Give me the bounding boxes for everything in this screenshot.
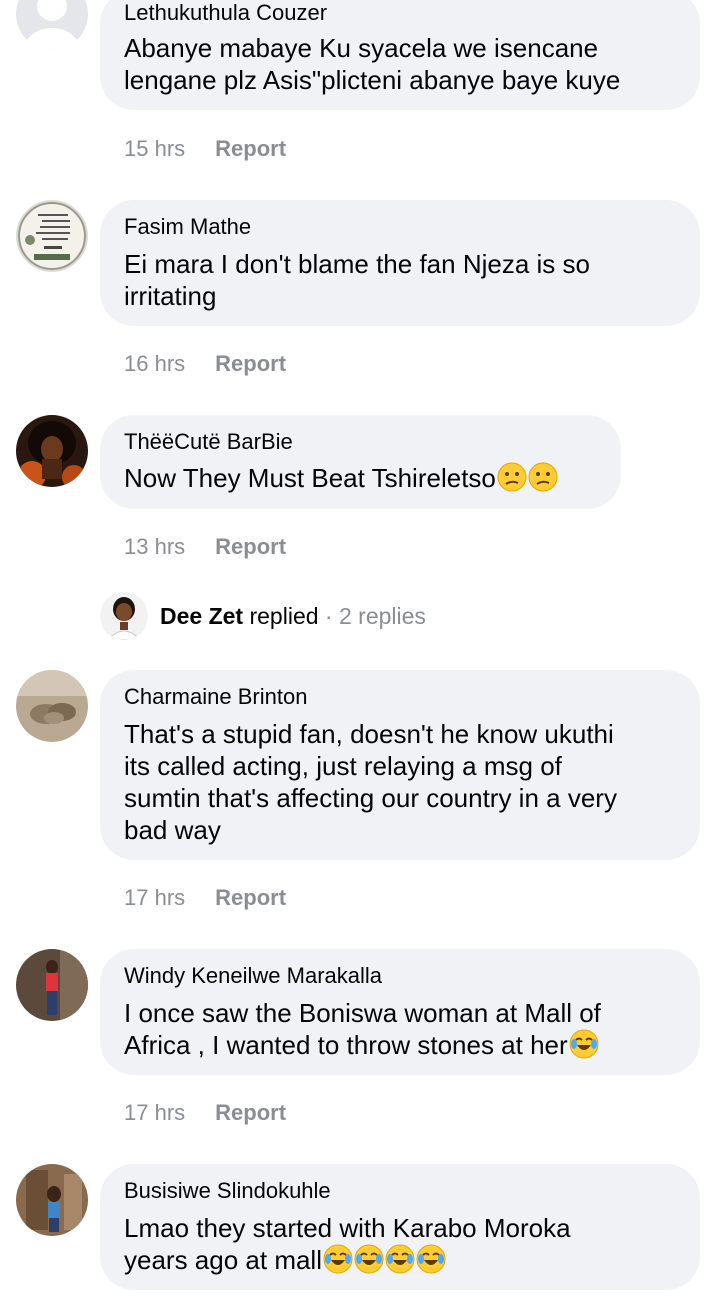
comment-text: Abanye mabaye Ku syacela we isencane len… — [124, 33, 621, 95]
comment-bubble[interactable]: Busisiwe Slindokuhle Lmao they started w… — [100, 1164, 700, 1290]
timestamp: 16 hrs — [124, 351, 186, 376]
reply-count[interactable]: 2 replies — [339, 603, 426, 629]
comment-author[interactable]: ThëëCutë BarBie — [124, 429, 293, 455]
tears-of-joy-emoji — [354, 1244, 384, 1274]
confused-face-emoji — [497, 462, 527, 492]
avatar[interactable] — [16, 200, 88, 272]
report-button[interactable]: Report — [215, 885, 286, 910]
comment-bubble[interactable]: Lethukuthula Couzer Abanye mabaye Ku sya… — [100, 0, 700, 110]
report-button[interactable]: Report — [215, 1100, 286, 1125]
reply-summary[interactable]: Dee Zet replied · 2 replies — [160, 603, 426, 630]
avatar-default-icon — [16, 0, 88, 50]
avatar-photo-icon — [100, 592, 148, 640]
comment-text: Lmao they started with Karabo Moroka yea… — [124, 1213, 571, 1275]
avatar-photo-icon — [16, 949, 88, 1021]
comment-author[interactable]: Busisiwe Slindokuhle — [124, 1178, 331, 1204]
comment-bubble[interactable]: Fasim Mathe Ei mara I don't blame the fa… — [100, 200, 700, 326]
comment-author[interactable]: Windy Keneilwe Marakalla — [124, 963, 382, 989]
confused-face-emoji — [528, 462, 558, 492]
comment-author[interactable]: Charmaine Brinton — [124, 684, 307, 710]
tears-of-joy-emoji — [569, 1029, 599, 1059]
comment-bubble[interactable]: ThëëCutë BarBie Now They Must Beat Tshir… — [100, 415, 621, 509]
avatar-photo-icon — [16, 200, 88, 272]
comment-text: That's a stupid fan, doesn't he know uku… — [124, 719, 617, 845]
avatar[interactable] — [16, 949, 88, 1021]
comment-text: I once saw the Boniswa woman at Mall of … — [124, 998, 601, 1060]
timestamp: 17 hrs — [124, 885, 186, 910]
avatar-photo-icon — [16, 670, 88, 742]
comment-bubble[interactable]: Windy Keneilwe Marakalla I once saw the … — [100, 949, 700, 1075]
tears-of-joy-emoji — [323, 1244, 353, 1274]
reply-action: replied — [249, 603, 319, 629]
timestamp: 15 hrs — [124, 136, 186, 161]
avatar — [100, 592, 148, 640]
comment-meta: 17 hrs Report — [124, 885, 286, 911]
avatar[interactable] — [16, 415, 88, 487]
comment-meta: 13 hrs Report — [124, 534, 286, 560]
comment-text: Ei mara I don't blame the fan Njeza is s… — [124, 249, 590, 311]
report-button[interactable]: Report — [215, 534, 286, 559]
timestamp: 13 hrs — [124, 534, 186, 559]
report-button[interactable]: Report — [215, 351, 286, 376]
comment-meta: 15 hrs Report — [124, 136, 286, 162]
avatar[interactable] — [16, 0, 88, 50]
tears-of-joy-emoji — [385, 1244, 415, 1274]
comment-meta: 16 hrs Report — [124, 351, 286, 377]
reply-author[interactable]: Dee Zet — [160, 603, 243, 629]
comment-text: Now They Must Beat Tshireletso — [124, 462, 558, 494]
comment-meta: 17 hrs Report — [124, 1100, 286, 1126]
avatar[interactable] — [16, 670, 88, 742]
comment-author[interactable]: Fasim Mathe — [124, 214, 251, 240]
avatar[interactable] — [16, 1164, 88, 1236]
report-button[interactable]: Report — [215, 136, 286, 161]
tears-of-joy-emoji — [416, 1244, 446, 1274]
avatar-photo-icon — [16, 1164, 88, 1236]
comment-author[interactable]: Lethukuthula Couzer — [124, 0, 327, 26]
avatar-photo-icon — [16, 415, 88, 487]
timestamp: 17 hrs — [124, 1100, 186, 1125]
comment-bubble[interactable]: Charmaine Brinton That's a stupid fan, d… — [100, 670, 700, 860]
